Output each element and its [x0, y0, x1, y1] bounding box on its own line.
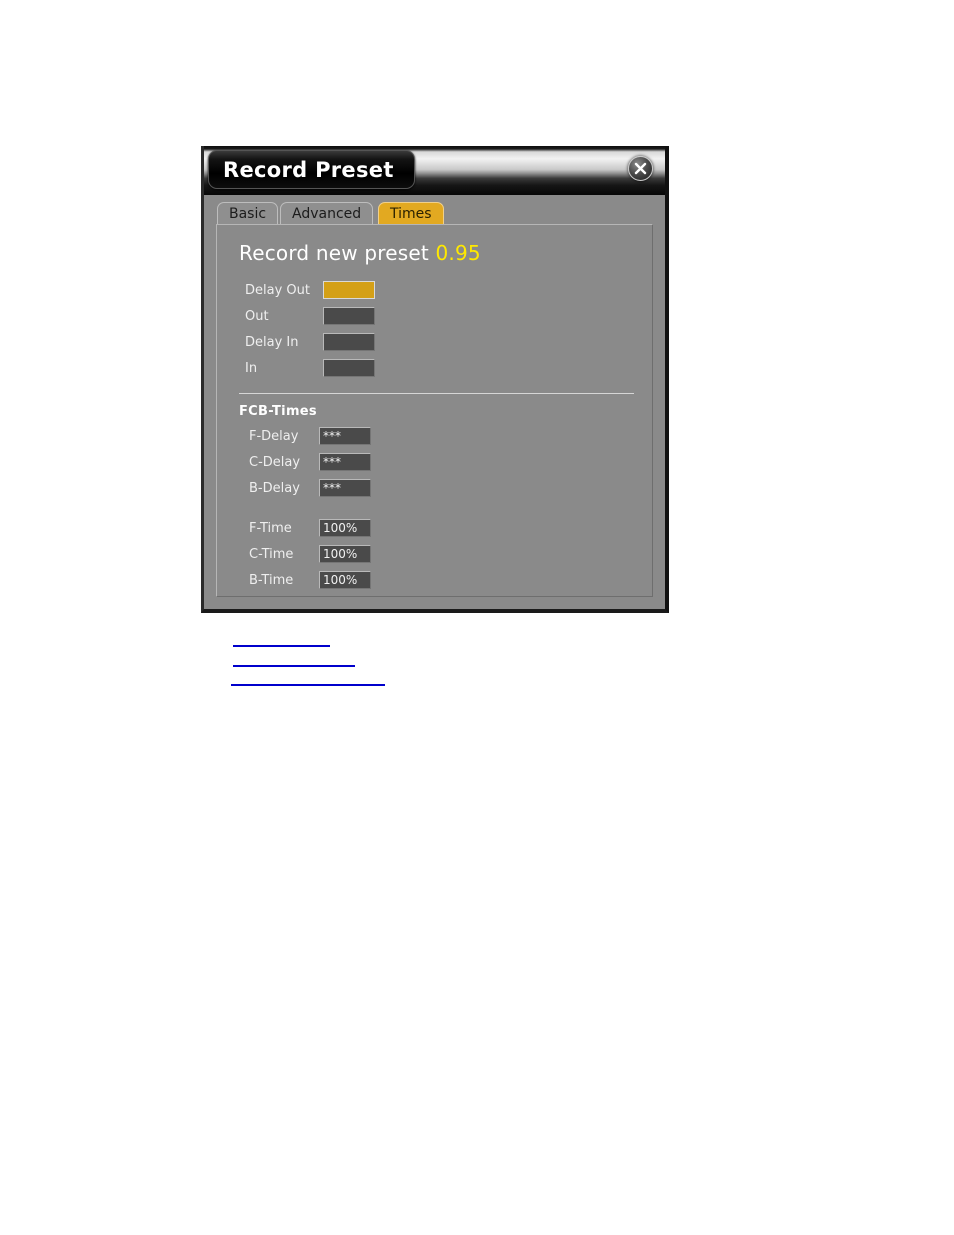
tab-basic[interactable]: Basic — [217, 202, 279, 224]
section-divider — [239, 393, 634, 394]
preset-version: 0.95 — [435, 241, 481, 265]
label-in: In — [245, 360, 258, 376]
row-c-time: C-Time 100% — [235, 541, 636, 567]
row-out: Out — [235, 303, 636, 329]
dialog-titlebar[interactable]: Record Preset — [204, 146, 665, 195]
fcb-section-title: FCB-Times — [239, 404, 317, 419]
label-delay-in: Delay In — [245, 334, 299, 350]
tab-times[interactable]: Times — [378, 202, 444, 224]
label-f-time: F-Time — [249, 520, 292, 536]
input-c-delay[interactable]: *** — [319, 453, 371, 471]
input-delay-in[interactable] — [323, 333, 375, 351]
label-c-delay: C-Delay — [249, 454, 301, 470]
label-out: Out — [245, 308, 269, 324]
input-f-time[interactable]: 100% — [319, 519, 371, 537]
label-c-time: C-Time — [249, 546, 294, 562]
tab-basic-label: Basic — [229, 205, 267, 222]
link-item-1[interactable] — [233, 645, 330, 647]
page-title-text: Record new preset — [239, 241, 429, 265]
label-f-delay: F-Delay — [249, 428, 299, 444]
label-b-time: B-Time — [249, 572, 294, 588]
fcb-group-spacer — [235, 501, 636, 515]
tab-times-label: Times — [390, 205, 432, 222]
times-panel: Record new preset 0.95 Delay Out Out Del… — [216, 224, 653, 597]
dialog-title: Record Preset — [223, 157, 394, 182]
row-b-delay: B-Delay *** — [235, 475, 636, 501]
label-delay-out: Delay Out — [245, 282, 310, 298]
input-b-delay[interactable]: *** — [319, 479, 371, 497]
input-out[interactable] — [323, 307, 375, 325]
page-title: Record new preset 0.95 — [239, 241, 636, 265]
row-delay-in: Delay In — [235, 329, 636, 355]
row-f-delay: F-Delay *** — [235, 423, 636, 449]
input-f-delay[interactable]: *** — [319, 427, 371, 445]
link-item-3[interactable] — [231, 684, 385, 686]
dialog-title-tab: Record Preset — [208, 150, 415, 189]
close-x-glyph — [634, 162, 647, 175]
input-in[interactable] — [323, 359, 375, 377]
label-b-delay: B-Delay — [249, 480, 300, 496]
input-b-time[interactable]: 100% — [319, 571, 371, 589]
tab-advanced[interactable]: Advanced — [280, 202, 374, 224]
link-item-2[interactable] — [233, 665, 355, 667]
close-circle-icon[interactable] — [628, 156, 653, 181]
tab-advanced-label: Advanced — [292, 205, 362, 222]
input-delay-out[interactable] — [323, 281, 375, 299]
row-c-delay: C-Delay *** — [235, 449, 636, 475]
row-delay-out: Delay Out — [235, 277, 636, 303]
row-in: In — [235, 355, 636, 381]
tab-strip: Basic Advanced Times — [204, 195, 665, 224]
record-preset-dialog: Record Preset Basic Advanced Times Recor… — [201, 146, 669, 613]
row-f-time: F-Time 100% — [235, 515, 636, 541]
row-b-time: B-Time 100% — [235, 567, 636, 593]
input-c-time[interactable]: 100% — [319, 545, 371, 563]
